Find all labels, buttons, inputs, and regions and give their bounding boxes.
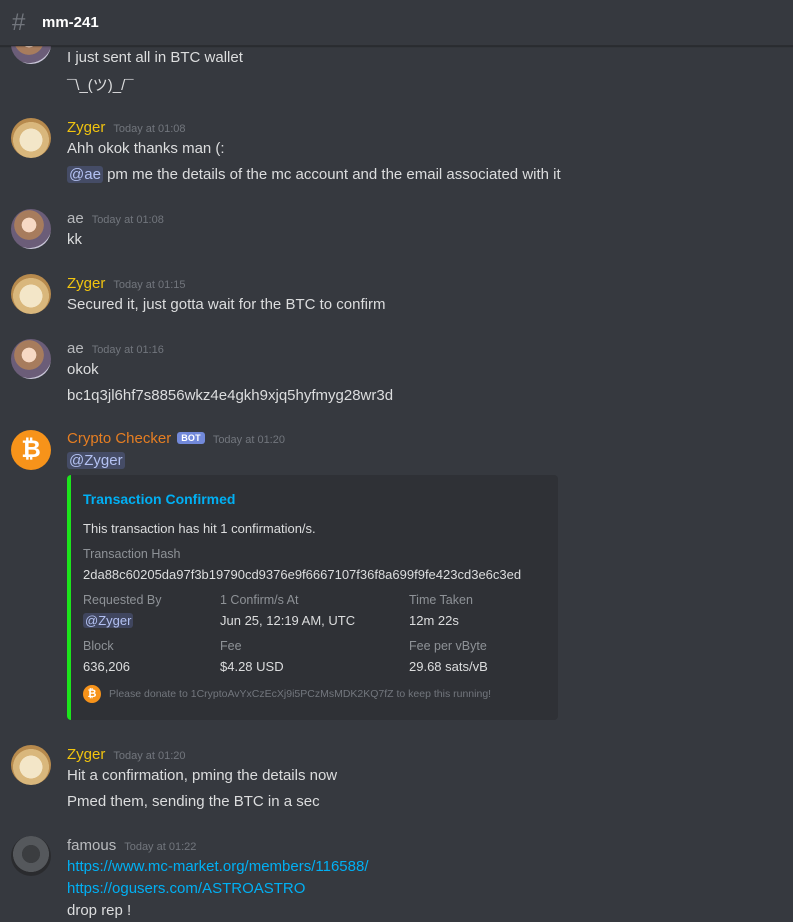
channel-header: # mm-241 (0, 0, 793, 46)
message-list[interactable]: I just sent all in BTC wallet ¯\_(ツ)_/¯ … (0, 46, 793, 922)
footer-text: Please donate to 1CryptoAvYxCzEcXj9i5PCz… (109, 688, 492, 700)
embed-title[interactable]: Transaction Confirmed (83, 491, 235, 507)
avatar[interactable] (11, 118, 51, 158)
avatar[interactable] (11, 46, 51, 64)
channel-name: mm-241 (42, 14, 99, 31)
message-line: I just sent all in BTC wallet (67, 49, 243, 66)
message-line: bc1q3jl6hf7s8856wkz4e4gkh9xjq5hyfmyg28wr… (67, 387, 394, 404)
timestamp: Today at 01:20 (113, 750, 186, 762)
avatar[interactable] (11, 836, 51, 876)
message-line: @ae pm me the details of the mc account … (67, 166, 561, 183)
field-value: @Zyger (83, 613, 134, 628)
user-mention[interactable]: @ae (67, 166, 103, 183)
message-line: okok (67, 361, 99, 378)
bitcoin-icon[interactable]: ₿ (11, 430, 51, 470)
message-line: Pmed them, sending the BTC in a sec (67, 793, 320, 810)
avatar[interactable] (11, 209, 51, 249)
field-label: Transaction Hash (83, 547, 181, 561)
avatar[interactable] (11, 745, 51, 785)
user-mention[interactable]: @Zyger (83, 613, 134, 628)
timestamp: Today at 01:15 (113, 279, 186, 291)
timestamp: Today at 01:08 (91, 214, 164, 226)
field-label: Requested By (83, 593, 162, 607)
message-line: ¯\_(ツ)_/¯ (67, 77, 134, 94)
message-link[interactable]: https://ogusers.com/ASTROASTRO (67, 880, 305, 897)
message-author[interactable]: ae Today at 01:16 (67, 340, 164, 357)
embed-footer: ₿ Please donate to 1CryptoAvYxCzEcXj9i5P… (83, 685, 491, 703)
message-author[interactable]: Crypto Checker BOT Today at 01:20 (67, 430, 285, 447)
field-label: 1 Confirm/s At (220, 593, 299, 607)
field-label: Time Taken (409, 593, 473, 607)
timestamp: Today at 01:08 (113, 123, 186, 135)
message-line: @Zyger (67, 452, 125, 469)
hash-icon: # (12, 8, 26, 36)
message-link[interactable]: https://www.mc-market.org/members/116588… (67, 858, 369, 875)
field-value: 2da88c60205da97f3b19790cd9376e9f6667107f… (83, 567, 522, 582)
message-author[interactable]: Zyger Today at 01:15 (67, 275, 186, 292)
message-author[interactable]: ae Today at 01:08 (67, 210, 164, 227)
field-value: Jun 25, 12:19 AM, UTC (220, 613, 356, 628)
user-mention[interactable]: @Zyger (67, 452, 125, 469)
message-line: kk (67, 231, 82, 248)
field-label: Block (83, 639, 114, 653)
message-author[interactable]: Zyger Today at 01:20 (67, 746, 186, 763)
avatar[interactable] (11, 274, 51, 314)
timestamp: Today at 01:16 (91, 344, 164, 356)
message-author[interactable]: famous Today at 01:22 (67, 837, 196, 854)
field-label: Fee per vByte (409, 639, 487, 653)
message-line: drop rep ! (67, 902, 132, 919)
bot-tag: BOT (177, 432, 205, 444)
field-value: 29.68 sats/vB (409, 659, 488, 674)
timestamp: Today at 01:22 (124, 841, 197, 853)
bitcoin-icon: ₿ (83, 685, 101, 703)
message-line: Hit a confirmation, pming the details no… (67, 767, 338, 784)
avatar[interactable] (11, 339, 51, 379)
transaction-embed: Transaction Confirmed This transaction h… (67, 475, 558, 720)
field-value: $4.28 USD (220, 659, 284, 674)
field-value: 12m 22s (409, 613, 459, 628)
timestamp: Today at 01:20 (212, 434, 285, 446)
message-line: Ahh okok thanks man (: (67, 140, 225, 157)
message-line: Secured it, just gotta wait for the BTC … (67, 296, 386, 313)
embed-description: This transaction has hit 1 confirmation/… (83, 521, 316, 536)
message-author[interactable]: Zyger Today at 01:08 (67, 119, 186, 136)
field-value: 636,206 (83, 659, 130, 674)
field-label: Fee (220, 639, 242, 653)
